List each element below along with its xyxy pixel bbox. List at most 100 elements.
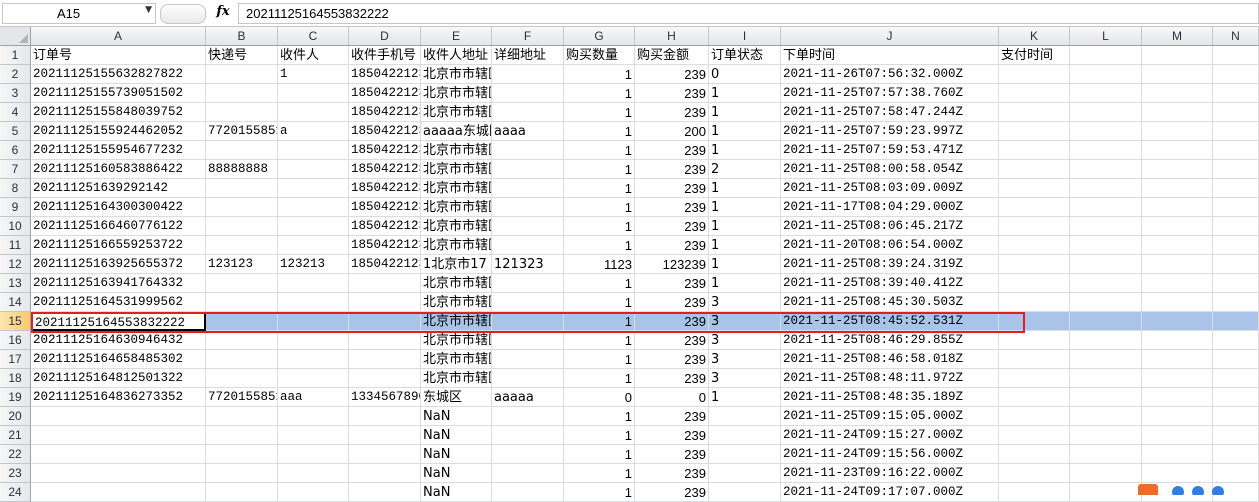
cell-j10[interactable]: 2021-11-25T08:06:45.217Z [781, 217, 999, 236]
cell-b18[interactable] [206, 369, 278, 388]
cell-i13[interactable]: 1 [709, 274, 781, 293]
cell-i9[interactable]: 1 [709, 198, 781, 217]
cell-b2[interactable] [206, 65, 278, 84]
cell-j22[interactable]: 2021-11-24T09:15:56.000Z [781, 445, 999, 464]
cell-k17[interactable] [999, 350, 1070, 369]
cell-m3[interactable] [1142, 84, 1213, 103]
cell-g16[interactable]: 1 [564, 331, 635, 350]
cell-f20[interactable] [492, 407, 564, 426]
cell-i2[interactable]: 0 [709, 65, 781, 84]
cell-n10[interactable] [1213, 217, 1259, 236]
column-header-h[interactable]: H [635, 27, 709, 46]
cell-m1[interactable] [1142, 46, 1213, 65]
cell-l5[interactable] [1070, 122, 1142, 141]
row-header[interactable]: 18 [0, 369, 31, 388]
cell-c5[interactable]: a [278, 122, 349, 141]
row-header[interactable]: 9 [0, 198, 31, 217]
cell-b19[interactable]: 77201558512 [206, 388, 278, 407]
cell-d18[interactable] [349, 369, 421, 388]
row-header[interactable]: 20 [0, 407, 31, 426]
cell-c7[interactable] [278, 160, 349, 179]
cell-h13[interactable]: 239 [635, 274, 709, 293]
cell-h14[interactable]: 239 [635, 293, 709, 312]
cell-d24[interactable] [349, 483, 421, 502]
cell-g18[interactable]: 1 [564, 369, 635, 388]
row-header[interactable]: 13 [0, 274, 31, 293]
cell-k1[interactable]: 支付时间 [999, 46, 1070, 65]
cell-i20[interactable] [709, 407, 781, 426]
cell-b17[interactable] [206, 350, 278, 369]
cell-j23[interactable]: 2021-11-23T09:16:22.000Z [781, 464, 999, 483]
cell-e8[interactable]: 北京市市辖区 [421, 179, 492, 198]
cell-g20[interactable]: 1 [564, 407, 635, 426]
row-header[interactable]: 22 [0, 445, 31, 464]
column-header-b[interactable]: B [206, 27, 278, 46]
cell-k20[interactable] [999, 407, 1070, 426]
cell-k7[interactable] [999, 160, 1070, 179]
cell-m20[interactable] [1142, 407, 1213, 426]
cell-d1[interactable]: 收件手机号 [349, 46, 421, 65]
cell-g13[interactable]: 1 [564, 274, 635, 293]
cell-a10[interactable]: 20211125166460776122 [31, 217, 206, 236]
cell-d19[interactable]: 13345678901 [349, 388, 421, 407]
cell-c15[interactable] [278, 312, 349, 331]
cell-d5[interactable]: 18504221234 [349, 122, 421, 141]
cell-n20[interactable] [1213, 407, 1259, 426]
cell-f18[interactable] [492, 369, 564, 388]
cell-n7[interactable] [1213, 160, 1259, 179]
cell-n13[interactable] [1213, 274, 1259, 293]
cell-f7[interactable] [492, 160, 564, 179]
cell-n11[interactable] [1213, 236, 1259, 255]
cell-g14[interactable]: 1 [564, 293, 635, 312]
cell-j17[interactable]: 2021-11-25T08:46:58.018Z [781, 350, 999, 369]
cell-f14[interactable] [492, 293, 564, 312]
row-header[interactable]: 16 [0, 331, 31, 350]
cell-g11[interactable]: 1 [564, 236, 635, 255]
cell-n8[interactable] [1213, 179, 1259, 198]
cell-k19[interactable] [999, 388, 1070, 407]
cell-h17[interactable]: 239 [635, 350, 709, 369]
cell-d21[interactable] [349, 426, 421, 445]
cell-a20[interactable] [31, 407, 206, 426]
cell-b22[interactable] [206, 445, 278, 464]
cell-a1[interactable]: 订单号 [31, 46, 206, 65]
cell-m4[interactable] [1142, 103, 1213, 122]
cell-k9[interactable] [999, 198, 1070, 217]
cell-g7[interactable]: 1 [564, 160, 635, 179]
cell-b23[interactable] [206, 464, 278, 483]
column-header-j[interactable]: J [781, 27, 999, 46]
cell-f16[interactable] [492, 331, 564, 350]
cell-f2[interactable] [492, 65, 564, 84]
cell-m7[interactable] [1142, 160, 1213, 179]
cell-a14[interactable]: 20211125164531999562 [31, 293, 206, 312]
cell-k6[interactable] [999, 141, 1070, 160]
cell-a9[interactable]: 20211125164300300422 [31, 198, 206, 217]
cell-i22[interactable] [709, 445, 781, 464]
cell-b5[interactable]: 77201558512 [206, 122, 278, 141]
cell-b15[interactable] [206, 312, 278, 331]
column-header-i[interactable]: I [709, 27, 781, 46]
cell-h16[interactable]: 239 [635, 331, 709, 350]
cell-d20[interactable] [349, 407, 421, 426]
cell-c24[interactable] [278, 483, 349, 502]
cell-c19[interactable]: aaa [278, 388, 349, 407]
cell-c12[interactable]: 123213 [278, 255, 349, 274]
row-header[interactable]: 19 [0, 388, 31, 407]
cell-l11[interactable] [1070, 236, 1142, 255]
cell-n18[interactable] [1213, 369, 1259, 388]
cell-j15[interactable]: 2021-11-25T08:45:52.531Z [781, 312, 999, 331]
cell-j24[interactable]: 2021-11-24T09:17:07.000Z [781, 483, 999, 502]
cell-n22[interactable] [1213, 445, 1259, 464]
cell-l18[interactable] [1070, 369, 1142, 388]
cell-h5[interactable]: 200 [635, 122, 709, 141]
cell-g22[interactable]: 1 [564, 445, 635, 464]
cell-a6[interactable]: 20211125155954677232 [31, 141, 206, 160]
cell-l3[interactable] [1070, 84, 1142, 103]
cell-e5[interactable]: aaaaa东城区 [421, 122, 492, 141]
cell-i12[interactable]: 1 [709, 255, 781, 274]
cell-m21[interactable] [1142, 426, 1213, 445]
cell-e1[interactable]: 收件人地址 [421, 46, 492, 65]
cell-c18[interactable] [278, 369, 349, 388]
cell-n2[interactable] [1213, 65, 1259, 84]
cell-l1[interactable] [1070, 46, 1142, 65]
